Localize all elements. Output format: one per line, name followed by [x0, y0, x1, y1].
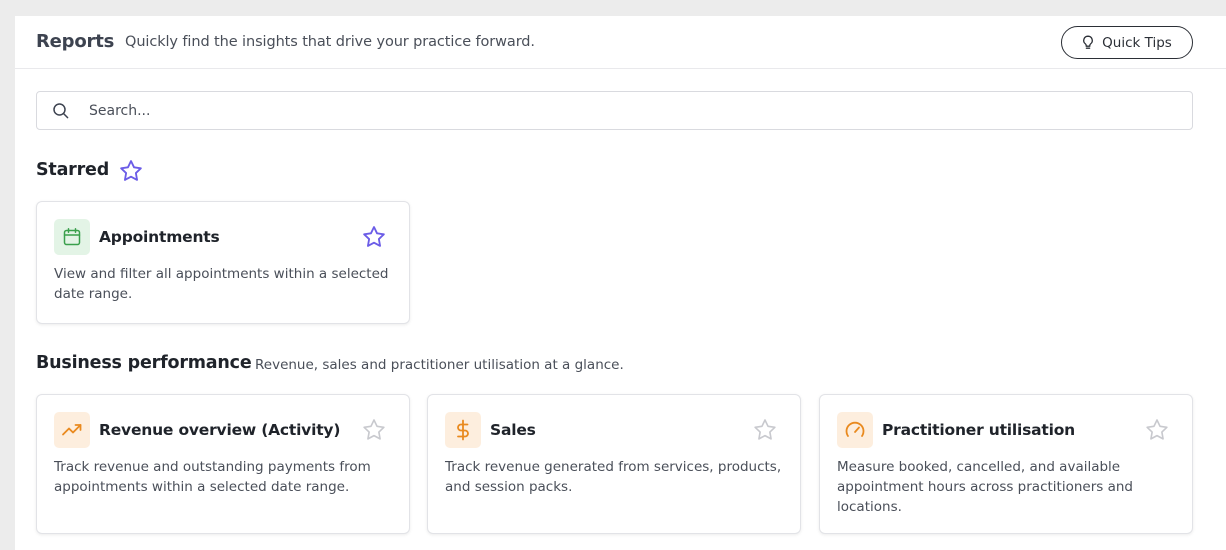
- card-title: Sales: [490, 421, 536, 439]
- report-card-appointments[interactable]: Appointments View and filter all appoint…: [36, 201, 410, 324]
- card-description: View and filter all appointments within …: [54, 266, 389, 302]
- search-icon: [52, 102, 70, 124]
- report-card-revenue-overview[interactable]: Revenue overview (Activity) Track revenu…: [36, 394, 410, 534]
- page-subtitle: Quickly find the insights that drive you…: [125, 34, 535, 50]
- search-box: [36, 91, 1193, 130]
- starred-star-icon: [118, 158, 144, 188]
- page-title: Reports: [36, 31, 115, 52]
- star-toggle-icon[interactable]: [361, 224, 387, 254]
- trending-up-icon: [54, 412, 90, 448]
- search-input[interactable]: [89, 92, 1179, 129]
- lightbulb-icon: [1082, 35, 1094, 50]
- dollar-icon: [445, 412, 481, 448]
- report-card-practitioner-utilisation[interactable]: Practitioner utilisation Measure booked,…: [819, 394, 1193, 534]
- card-description: Track revenue generated from services, p…: [445, 459, 782, 495]
- report-card-sales[interactable]: Sales Track revenue generated from servi…: [427, 394, 801, 534]
- star-toggle-icon[interactable]: [752, 417, 778, 447]
- card-description: Track revenue and outstanding payments f…: [54, 459, 371, 495]
- business-performance-subtitle: Revenue, sales and practitioner utilisat…: [255, 357, 624, 373]
- quick-tips-label: Quick Tips: [1102, 34, 1172, 51]
- star-toggle-icon[interactable]: [1144, 417, 1170, 447]
- page-header: Reports Quickly find the insights that d…: [15, 16, 1226, 69]
- gauge-icon: [837, 412, 873, 448]
- calendar-icon: [54, 219, 90, 255]
- reports-panel: Reports Quickly find the insights that d…: [15, 16, 1226, 550]
- card-title: Revenue overview (Activity): [99, 421, 341, 439]
- business-performance-title: Business performance: [36, 353, 252, 373]
- card-description: Measure booked, cancelled, and available…: [837, 459, 1133, 515]
- starred-section-title: Starred: [36, 160, 110, 180]
- card-title: Practitioner utilisation: [882, 421, 1076, 439]
- card-title: Appointments: [99, 228, 220, 246]
- quick-tips-button[interactable]: Quick Tips: [1061, 26, 1193, 59]
- star-toggle-icon[interactable]: [361, 417, 387, 447]
